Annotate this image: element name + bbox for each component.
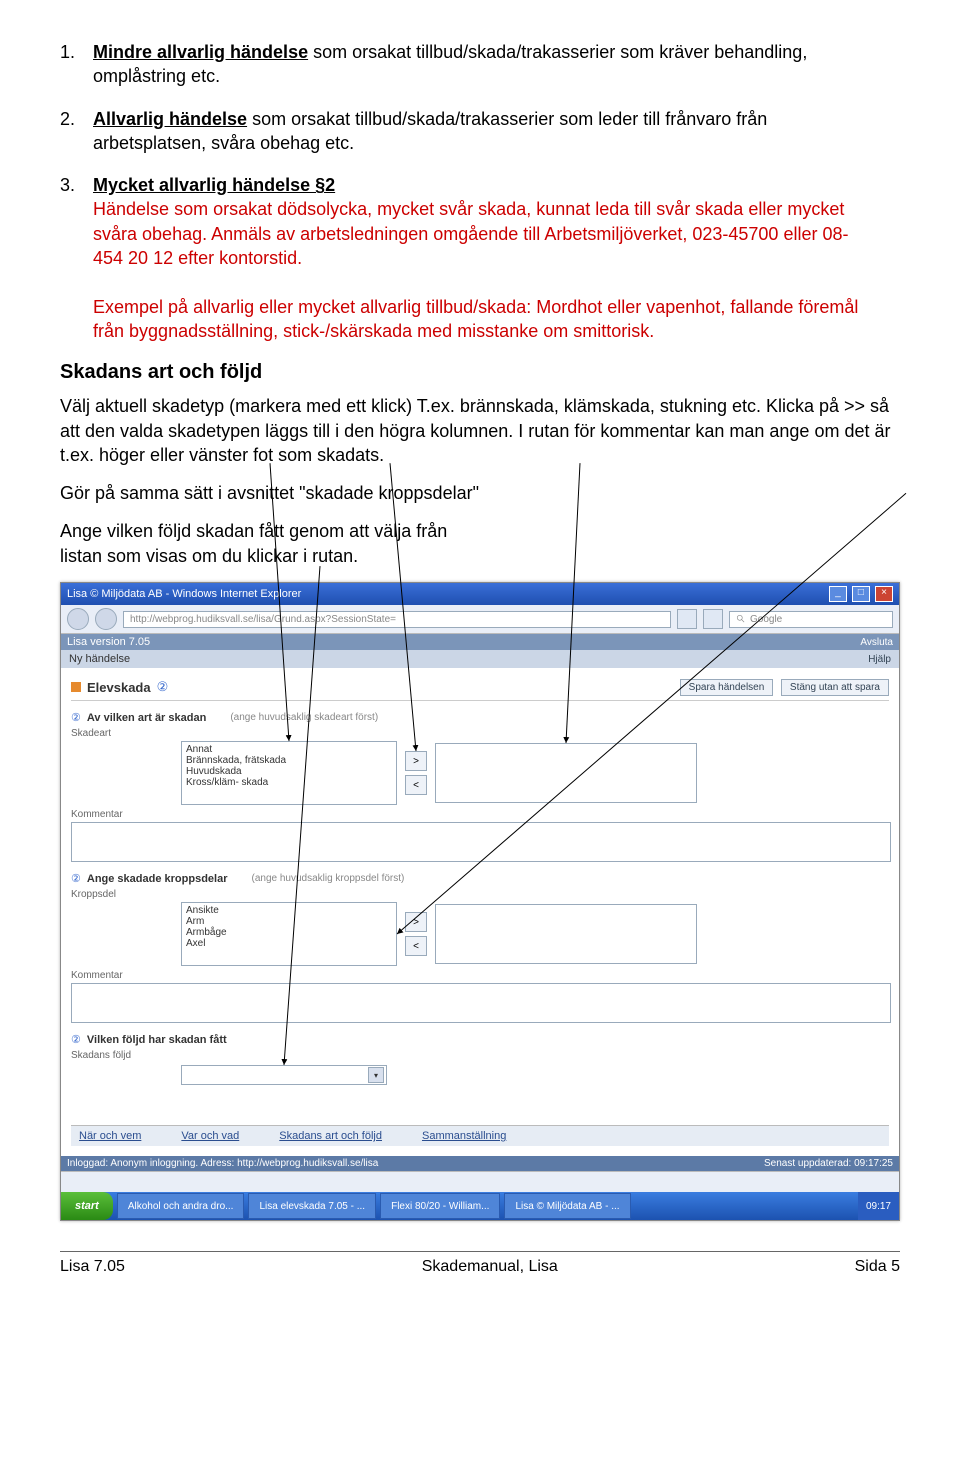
clock: 09:17	[866, 1201, 891, 1212]
paragraph-2: Gör på samma sätt i avsnittet "skadade k…	[60, 481, 900, 505]
app-subheader: Ny händelse Hjälp	[61, 650, 899, 668]
section-heading: Skadans art och följd	[60, 361, 900, 384]
windows-taskbar: start Alkohol och andra dro... Lisa elev…	[61, 1192, 899, 1220]
taskbar-item[interactable]: Flexi 80/20 - William...	[380, 1193, 500, 1219]
list-item[interactable]: Arm	[184, 916, 394, 927]
add-button[interactable]: >	[405, 751, 427, 771]
foljd-label: Skadans följd	[71, 1050, 889, 1061]
stop-button[interactable]	[703, 609, 723, 629]
forward-button[interactable]	[95, 608, 117, 630]
list-item[interactable]: Axel	[184, 938, 394, 949]
taskbar-item[interactable]: Lisa elevskada 7.05 - ...	[248, 1193, 376, 1219]
list-number-2: 2.	[60, 107, 88, 131]
window-maximize-button[interactable]: □	[852, 586, 870, 602]
question-2: Ange skadade kroppsdelar	[87, 873, 228, 885]
list-number-1: 1.	[60, 40, 88, 64]
item3-red2: Exempel på allvarlig eller mycket allvar…	[93, 297, 858, 341]
status-right: Senast uppdaterad: 09:17:25	[764, 1158, 893, 1169]
logout-link[interactable]: Avsluta	[860, 637, 893, 648]
footer-center: Skademanual, Lisa	[422, 1258, 558, 1276]
item1-title: Mindre allvarlig händelse	[93, 42, 308, 62]
kroppsdel-listbox[interactable]: AnsikteArmArmbågeAxel	[181, 902, 397, 966]
page-footer: Lisa 7.05 Skademanual, Lisa Sida 5	[60, 1258, 900, 1296]
app-status-bar: Inloggad: Anonym inloggning. Adress: htt…	[61, 1156, 899, 1171]
url-field[interactable]: http://webprog.hudiksvall.se/lisa/Grund.…	[123, 611, 671, 628]
kommentar-field-1[interactable]	[71, 822, 891, 862]
ie-status-bar	[61, 1171, 899, 1192]
list-item[interactable]: Armbåge	[184, 927, 394, 938]
dropdown-arrow-icon: ▾	[368, 1067, 384, 1083]
close-without-saving-button[interactable]: Stäng utan att spara	[781, 679, 889, 696]
ie-address-bar: http://webprog.hudiksvall.se/lisa/Grund.…	[61, 605, 899, 634]
selected-skadeart-box[interactable]	[435, 743, 697, 803]
form-area: Elevskada ② Spara händelsen Stäng utan a…	[61, 668, 899, 1156]
app-header: Lisa version 7.05 Avsluta	[61, 634, 899, 650]
tab-skadans-art[interactable]: Skadans art och följd	[279, 1130, 382, 1142]
tab-var-och-vad[interactable]: Var och vad	[181, 1130, 239, 1142]
status-left: Inloggad: Anonym inloggning. Adress: htt…	[67, 1158, 378, 1169]
paragraph-3: Ange vilken följd skadan fått genom att …	[60, 519, 480, 568]
kommentar-label: Kommentar	[71, 970, 889, 981]
add-button[interactable]: >	[405, 912, 427, 932]
question-1-hint: (ange huvudsaklig skadeart först)	[230, 712, 378, 723]
numbered-list: 1. Mindre allvarlig händelse som orsakat…	[60, 40, 900, 343]
foljd-dropdown[interactable]: ▾	[181, 1065, 387, 1085]
help-icon[interactable]: ②	[157, 679, 169, 695]
remove-button[interactable]: <	[405, 936, 427, 956]
window-minimize-button[interactable]: _	[829, 586, 847, 602]
tab-sammanstallning[interactable]: Sammanställning	[422, 1130, 506, 1142]
footer-rule	[60, 1251, 900, 1252]
ie-window-title: Lisa © Miljödata AB - Windows Internet E…	[67, 588, 301, 600]
list-item[interactable]: Brännskada, frätskada	[184, 755, 394, 766]
footer-right: Sida 5	[855, 1258, 900, 1276]
help-icon[interactable]: ②	[71, 1033, 81, 1046]
footer-left: Lisa 7.05	[60, 1258, 125, 1276]
question-2-hint: (ange huvudsaklig kroppsdel först)	[251, 873, 404, 884]
active-tab-label: Ny händelse	[69, 653, 130, 665]
tab-nar-och-vem[interactable]: När och vem	[79, 1130, 141, 1142]
item3-red1: Händelse som orsakat dödsolycka, mycket …	[93, 199, 848, 268]
question-3: Vilken följd har skadan fått	[87, 1034, 227, 1046]
app-version: Lisa version 7.05	[67, 636, 150, 648]
list-item[interactable]: Ansikte	[184, 905, 394, 916]
step-tabs: När och vem Var och vad Skadans art och …	[71, 1125, 889, 1146]
refresh-button[interactable]	[677, 609, 697, 629]
help-icon[interactable]: ②	[71, 872, 81, 885]
list-item[interactable]: Annat	[184, 744, 394, 755]
kommentar-label: Kommentar	[71, 809, 889, 820]
item3-title: Mycket allvarlig händelse §2	[93, 175, 335, 195]
back-button[interactable]	[67, 608, 89, 630]
taskbar-item[interactable]: Alkohol och andra dro...	[117, 1193, 245, 1219]
item2-title: Allvarlig händelse	[93, 109, 247, 129]
list-item[interactable]: Huvudskada	[184, 766, 394, 777]
save-button[interactable]: Spara händelsen	[680, 679, 774, 696]
question-1: Av vilken art är skadan	[87, 712, 206, 724]
screenshot-frame: Lisa © Miljödata AB - Windows Internet E…	[60, 582, 900, 1221]
kommentar-field-2[interactable]	[71, 983, 891, 1023]
selected-kroppsdel-box[interactable]	[435, 904, 697, 964]
list-item[interactable]: Kross/kläm- skada	[184, 777, 394, 788]
form-title: Elevskada	[87, 680, 151, 695]
help-icon[interactable]: ②	[71, 711, 81, 724]
list-number-3: 3.	[60, 173, 88, 197]
skadeart-label: Skadeart	[71, 728, 889, 739]
start-button[interactable]: start	[61, 1192, 113, 1220]
kroppsdel-label: Kroppsdel	[71, 889, 889, 900]
ie-title-bar: Lisa © Miljödata AB - Windows Internet E…	[61, 583, 899, 605]
remove-button[interactable]: <	[405, 775, 427, 795]
taskbar-item[interactable]: Lisa © Miljödata AB - ...	[504, 1193, 630, 1219]
browser-search-field[interactable]: Google	[729, 611, 893, 628]
skadeart-listbox[interactable]: AnnatBrännskada, frätskadaHuvudskadaKros…	[181, 741, 397, 805]
paragraph-1: Välj aktuell skadetyp (markera med ett k…	[60, 394, 900, 467]
help-link[interactable]: Hjälp	[868, 654, 891, 665]
window-close-button[interactable]: ×	[875, 586, 893, 602]
section-bullet-icon	[71, 682, 81, 692]
system-tray: 09:17	[858, 1192, 899, 1220]
